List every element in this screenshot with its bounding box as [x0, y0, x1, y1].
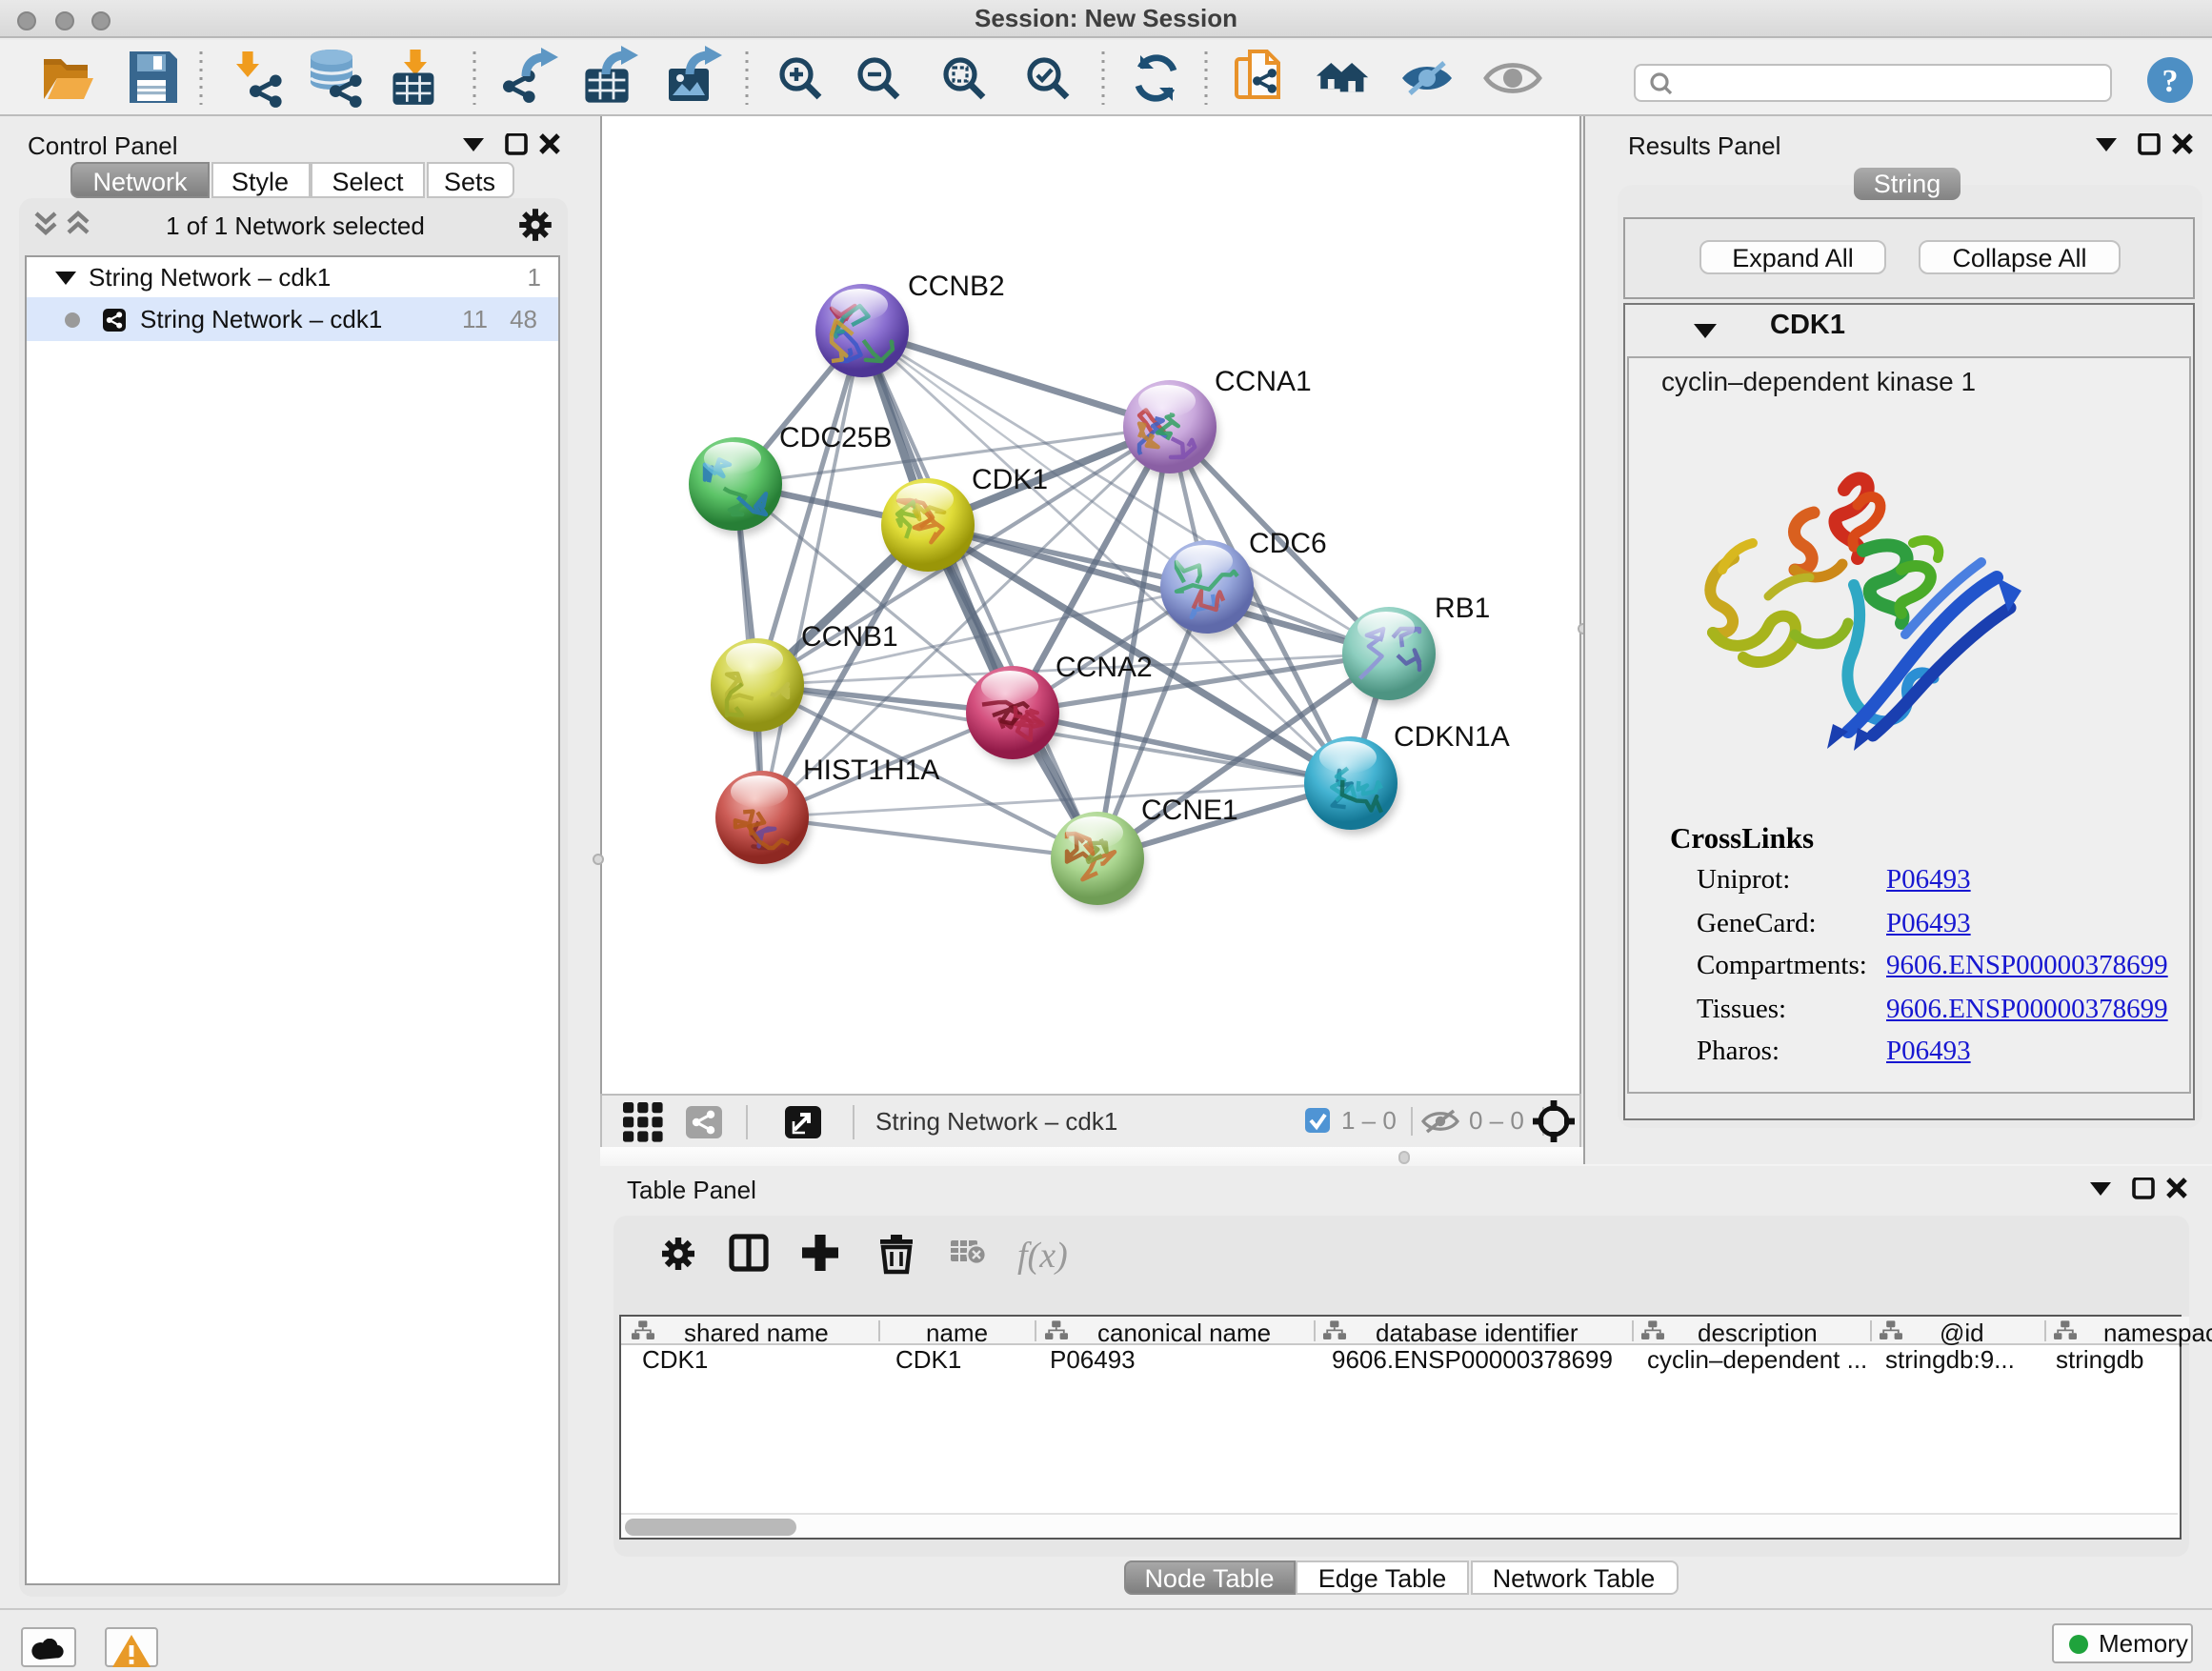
svg-text:RB1: RB1 — [1434, 593, 1489, 624]
svg-text:CCNB2: CCNB2 — [907, 271, 1004, 302]
svg-text:CCNA2: CCNA2 — [1055, 652, 1152, 683]
svg-text:HIST1H1A: HIST1H1A — [802, 755, 938, 786]
svg-text:CDC25B: CDC25B — [778, 422, 891, 453]
svg-text:CCNE1: CCNE1 — [1140, 795, 1237, 826]
svg-text:CCNB1: CCNB1 — [800, 621, 897, 653]
svg-text:CDC6: CDC6 — [1248, 528, 1326, 559]
svg-text:CDKN1A: CDKN1A — [1393, 721, 1509, 753]
svg-text:CCNA1: CCNA1 — [1214, 366, 1311, 397]
svg-text:0 – 0: 0 – 0 — [1468, 1106, 1523, 1134]
svg-text:f(x): f(x) — [1016, 1235, 1067, 1275]
svg-text:CDK1: CDK1 — [971, 464, 1047, 495]
svg-text:?: ? — [2162, 64, 2179, 99]
svg-text:1 – 0: 1 – 0 — [1340, 1106, 1396, 1134]
